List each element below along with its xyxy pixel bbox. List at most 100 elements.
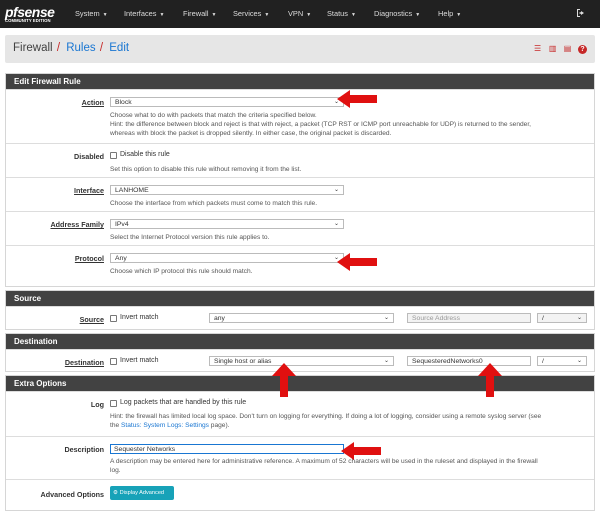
edit-rule-panel: Edit Firewall Rule Action Block ⌄ Choose … bbox=[5, 73, 595, 287]
destination-type-select[interactable]: Single host or alias ⌄ bbox=[209, 356, 394, 366]
breadcrumb: Firewall / Rules / Edit bbox=[13, 42, 129, 54]
caret-down-icon: ▼ bbox=[415, 12, 421, 18]
interface-row: Interface LANHOME ⌄ Choose the interface … bbox=[6, 177, 594, 211]
address-family-select[interactable]: IPv4 ⌄ bbox=[110, 219, 344, 229]
action-select[interactable]: Block ⌄ bbox=[110, 97, 344, 107]
nav-help[interactable]: Help ▼ bbox=[438, 9, 461, 18]
chevron-down-icon: ⌄ bbox=[333, 187, 339, 193]
log-label: Log bbox=[90, 400, 104, 409]
chevron-down-icon: ⌄ bbox=[576, 315, 582, 321]
destination-address-input[interactable]: SequesteredNetworks0 bbox=[407, 356, 531, 366]
panel-heading: Edit Firewall Rule bbox=[6, 74, 594, 89]
log-row: Log Log packets that are handled by this… bbox=[6, 391, 594, 436]
caret-down-icon: ▼ bbox=[306, 12, 312, 18]
destination-invert-label: Invert match bbox=[120, 357, 159, 364]
pfsense-logo[interactable]: pfsense COMMUNITY EDITION bbox=[5, 4, 63, 26]
destination-invert-checkbox[interactable] bbox=[110, 358, 117, 365]
red-arrow-annotation bbox=[341, 442, 381, 460]
protocol-label: Protocol bbox=[74, 254, 104, 263]
caret-down-icon: ▼ bbox=[456, 12, 462, 18]
mask-slash: / bbox=[542, 315, 544, 322]
interface-help: Choose the interface from which packets … bbox=[110, 200, 318, 207]
destination-label: Destination bbox=[64, 358, 104, 367]
source-type-select[interactable]: any ⌄ bbox=[209, 313, 394, 323]
sign-out-icon[interactable] bbox=[576, 8, 586, 18]
red-arrow-annotation bbox=[272, 363, 296, 397]
red-arrow-annotation bbox=[478, 363, 502, 397]
disabled-row: Disabled Disable this rule Set this opti… bbox=[6, 143, 594, 177]
display-advanced-button[interactable]: ⚙ Display Advanced bbox=[110, 486, 174, 500]
nav-status[interactable]: Status ▼ bbox=[327, 9, 356, 18]
address-family-label: Address Family bbox=[50, 220, 104, 229]
action-row: Action Block ⌄ Choose what to do with pac… bbox=[6, 89, 594, 143]
caret-down-icon: ▼ bbox=[350, 12, 356, 18]
log-help: Hint: the firewall has limited local log… bbox=[110, 413, 542, 429]
panel-heading: Extra Options bbox=[6, 376, 594, 391]
panel-heading: Source bbox=[6, 291, 594, 306]
top-navbar: pfsense COMMUNITY EDITION System ▼ Interf… bbox=[0, 0, 600, 28]
breadcrumb-separator: / bbox=[99, 42, 104, 54]
nav-firewall[interactable]: Firewall ▼ bbox=[183, 9, 216, 18]
log-check-label: Log packets that are handled by this rul… bbox=[120, 399, 247, 406]
interface-select[interactable]: LANHOME ⌄ bbox=[110, 185, 344, 195]
caret-down-icon: ▼ bbox=[211, 12, 217, 18]
protocol-help: Choose which IP protocol this rule shoul… bbox=[110, 268, 253, 275]
nav-services[interactable]: Services ▼ bbox=[233, 9, 269, 18]
nav-interfaces[interactable]: Interfaces ▼ bbox=[124, 9, 164, 18]
source-panel: Source Source Invert match any ⌄ Source A… bbox=[5, 290, 595, 330]
red-arrow-annotation bbox=[337, 90, 377, 108]
nav-vpn[interactable]: VPN ▼ bbox=[288, 9, 311, 18]
source-row: Source Invert match any ⌄ Source Address … bbox=[6, 306, 594, 330]
source-invert-label: Invert match bbox=[120, 314, 159, 321]
destination-panel: Destination Destination Invert match Sin… bbox=[5, 333, 595, 372]
breadcrumb-bar: Firewall / Rules / Edit ☰ ▥ ▤ ? bbox=[5, 35, 595, 63]
source-label: Source bbox=[79, 315, 104, 324]
destination-mask-select[interactable]: / ⌄ bbox=[537, 356, 587, 366]
protocol-row: Protocol Any ⌄ Choose which IP protocol t… bbox=[6, 245, 594, 282]
breadcrumb-edit-link[interactable]: Edit bbox=[109, 42, 129, 54]
source-invert-checkbox[interactable] bbox=[110, 315, 117, 322]
mask-slash: / bbox=[542, 358, 544, 365]
source-mask-select[interactable]: / ⌄ bbox=[537, 313, 587, 323]
nav-system[interactable]: System ▼ bbox=[75, 9, 108, 18]
breadcrumb-icons: ☰ ▥ ▤ ? bbox=[529, 44, 587, 54]
help-icon[interactable]: ? bbox=[578, 45, 587, 54]
description-help: A description may be entered here for ad… bbox=[110, 458, 538, 474]
description-input[interactable]: Sequester Networks bbox=[110, 444, 344, 454]
nav-diagnostics[interactable]: Diagnostics ▼ bbox=[374, 9, 420, 18]
address-family-row: Address Family IPv4 ⌄ Select the Internet… bbox=[6, 211, 594, 245]
caret-down-icon: ▼ bbox=[159, 12, 165, 18]
chevron-down-icon: ⌄ bbox=[576, 358, 582, 364]
disabled-help: Set this option to disable this rule wit… bbox=[110, 166, 302, 173]
disabled-checkbox[interactable] bbox=[110, 152, 117, 159]
disabled-check-label: Disable this rule bbox=[120, 151, 170, 158]
description-label: Description bbox=[64, 445, 104, 454]
action-label: Action bbox=[81, 98, 104, 107]
source-address-input[interactable]: Source Address bbox=[407, 313, 531, 323]
advanced-label: Advanced Options bbox=[40, 490, 105, 499]
chevron-down-icon: ⌄ bbox=[333, 221, 339, 227]
caret-down-icon: ▼ bbox=[264, 12, 270, 18]
log-checkbox[interactable] bbox=[110, 400, 117, 407]
breadcrumb-rules-link[interactable]: Rules bbox=[66, 42, 95, 54]
sliders-icon[interactable]: ☰ bbox=[533, 44, 542, 53]
extra-options-panel: Extra Options Log Log packets that are h… bbox=[5, 375, 595, 511]
interface-label: Interface bbox=[74, 186, 104, 195]
bar-chart-icon[interactable]: ▥ bbox=[548, 44, 557, 53]
address-family-help: Select the Internet Protocol version thi… bbox=[110, 234, 270, 241]
action-help: Choose what to do with packets that matc… bbox=[110, 112, 531, 137]
breadcrumb-separator: / bbox=[56, 42, 61, 54]
panel-heading: Destination bbox=[6, 334, 594, 349]
breadcrumb-firewall: Firewall bbox=[13, 42, 53, 54]
advanced-row: Advanced Options ⚙ Display Advanced bbox=[6, 479, 594, 510]
disabled-label: Disabled bbox=[74, 152, 104, 161]
description-row: Description Sequester Networks A descrip… bbox=[6, 436, 594, 479]
red-arrow-annotation bbox=[337, 253, 377, 271]
logo-edition: COMMUNITY EDITION bbox=[5, 18, 51, 23]
protocol-select[interactable]: Any ⌄ bbox=[110, 253, 344, 263]
chevron-down-icon: ⌄ bbox=[383, 315, 389, 321]
chevron-down-icon: ⌄ bbox=[383, 358, 389, 364]
system-logs-settings-link[interactable]: Status: System Logs: Settings bbox=[121, 422, 209, 429]
destination-row: Destination Invert match Single host or … bbox=[6, 349, 594, 372]
list-icon[interactable]: ▤ bbox=[563, 44, 572, 53]
